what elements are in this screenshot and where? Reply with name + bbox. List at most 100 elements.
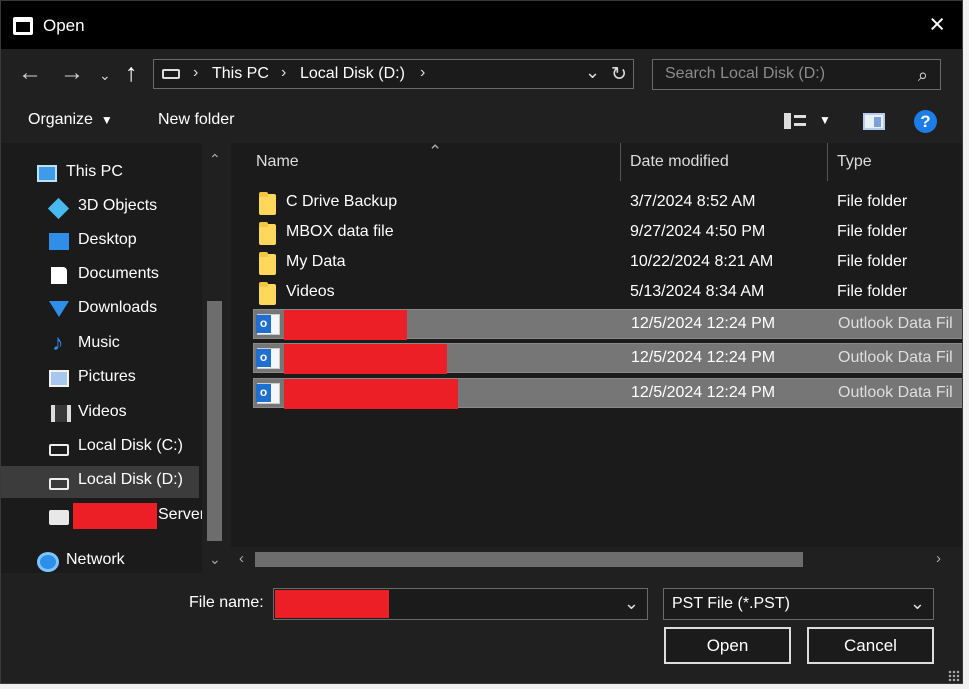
back-icon[interactable]: ←	[18, 61, 42, 85]
cancel-button[interactable]: Cancel	[807, 627, 934, 664]
close-icon[interactable]: ×	[929, 11, 945, 38]
file-date: 5/13/2024 8:34 AM	[630, 283, 765, 300]
sidebar-item-3d-objects[interactable]: 3D Objects	[1, 192, 199, 224]
download-icon	[49, 301, 69, 317]
organize-label: Organize	[28, 111, 93, 128]
drive-mini-icon	[162, 69, 180, 79]
sidebar-item-label: Pictures	[78, 368, 136, 385]
table-row[interactable]: My Data 10/22/2024 8:21 AM File folder	[253, 248, 962, 278]
file-type: File folder	[837, 283, 908, 300]
redacted-server-name	[73, 503, 157, 529]
file-name-history-chevron-icon[interactable]: ⌄	[624, 593, 639, 614]
document-icon	[51, 267, 67, 284]
computer-icon	[37, 165, 57, 182]
sort-ascending-icon: ⌃	[428, 143, 443, 161]
file-name-field[interactable]: ⌄	[273, 588, 648, 620]
column-type-header[interactable]: Type	[837, 153, 872, 171]
sidebar-item-label: Server	[158, 506, 206, 523]
sidebar-item-label: Local Disk (C:)	[78, 437, 183, 454]
recent-locations-chevron-icon[interactable]: ⌄	[99, 63, 111, 87]
file-name-label: File name:	[189, 594, 264, 611]
search-placeholder: Search Local Disk (D:)	[665, 65, 826, 82]
scroll-left-icon[interactable]: ‹	[239, 550, 244, 567]
sidebar-item-label: 3D Objects	[78, 197, 158, 214]
view-options-caret-icon[interactable]: ▼	[819, 113, 831, 127]
sidebar-item-videos[interactable]: Videos	[1, 398, 199, 430]
horizontal-scrollbar[interactable]: ‹ ›	[231, 547, 962, 573]
view-options-icon[interactable]	[784, 113, 806, 129]
refresh-icon[interactable]: ↻	[611, 63, 627, 86]
column-divider[interactable]	[620, 143, 621, 181]
sidebar-item-documents[interactable]: Documents	[1, 260, 199, 292]
column-divider[interactable]	[827, 143, 828, 181]
column-date-header[interactable]: Date modified	[630, 153, 729, 171]
table-row[interactable]: Videos 5/13/2024 8:34 AM File folder	[253, 278, 962, 308]
pictures-icon	[49, 370, 69, 387]
file-date: 12/5/2024 12:24 PM	[631, 349, 776, 366]
table-row[interactable]: 12/5/2024 12:24 PM Outlook Data Fil	[253, 378, 962, 409]
scroll-up-icon[interactable]: ⌃	[209, 151, 221, 168]
resize-grip-icon[interactable]	[948, 670, 960, 682]
title-bar: Open ×	[1, 1, 962, 49]
organize-button[interactable]: Organize ▼	[28, 111, 113, 129]
sidebar-item-downloads[interactable]: Downloads	[1, 294, 199, 326]
desktop-icon	[49, 233, 69, 250]
address-bar[interactable]: › This PC › Local Disk (D:) › ⌄ ↻	[153, 59, 634, 89]
redacted-file-name-value	[275, 590, 389, 618]
file-date: 10/22/2024 8:21 AM	[630, 253, 774, 270]
sidebar-item-local-disk-d[interactable]: Local Disk (D:)	[1, 466, 199, 498]
table-row[interactable]: MBOX data file 9/27/2024 4:50 PM File fold…	[253, 218, 962, 248]
help-icon[interactable]: ?	[914, 110, 937, 133]
table-row[interactable]: C Drive Backup 3/7/2024 8:52 AM File folde…	[253, 188, 962, 218]
file-type-select[interactable]: PST File (*.PST) ⌄	[663, 588, 934, 620]
redacted-file-name	[284, 344, 447, 374]
preview-pane-icon[interactable]	[863, 113, 885, 130]
sidebar-item-this-pc[interactable]: This PC	[1, 158, 199, 190]
redacted-file-name	[284, 379, 458, 409]
redacted-file-name	[284, 310, 407, 340]
drive-icon	[49, 478, 69, 490]
outlook-data-file-icon	[256, 314, 280, 335]
forward-icon[interactable]: →	[60, 61, 84, 85]
breadcrumb-separator-icon: ›	[193, 64, 199, 81]
breadcrumb-separator-icon: ›	[281, 64, 287, 81]
sidebar-item-music[interactable]: ♪ Music	[1, 329, 199, 361]
scroll-right-icon[interactable]: ›	[936, 550, 941, 567]
up-icon[interactable]: ↑	[125, 61, 138, 86]
file-name: Videos	[286, 283, 335, 300]
new-folder-button[interactable]: New folder	[158, 111, 234, 129]
app-icon	[13, 17, 33, 35]
sidebar-item-local-disk-c[interactable]: Local Disk (C:)	[1, 432, 199, 464]
sidebar-item-pictures[interactable]: Pictures	[1, 363, 199, 395]
horizontal-scrollbar-thumb[interactable]	[255, 552, 803, 567]
column-name-header[interactable]: Name	[256, 153, 299, 171]
table-row[interactable]: 12/5/2024 12:24 PM Outlook Data Fil	[253, 309, 962, 340]
scrollbar-thumb[interactable]	[207, 301, 222, 541]
scroll-down-icon[interactable]: ⌄	[209, 551, 221, 568]
address-history-chevron-icon[interactable]: ⌄	[585, 62, 600, 83]
search-box[interactable]: Search Local Disk (D:) ⌕	[652, 59, 941, 90]
dialog-footer: File name: ⌄ PST File (*.PST) ⌄ Open Can…	[1, 573, 962, 683]
network-icon	[37, 552, 59, 572]
file-date: 9/27/2024 4:50 PM	[630, 223, 766, 240]
server-icon	[49, 510, 69, 525]
open-button[interactable]: Open	[664, 627, 791, 664]
search-icon[interactable]: ⌕	[918, 65, 928, 86]
sidebar-item-label: Music	[78, 334, 120, 351]
breadcrumb-this-pc[interactable]: This PC	[212, 65, 269, 83]
sidebar-item-desktop[interactable]: Desktop	[1, 226, 199, 258]
breadcrumb-separator-icon: ›	[420, 64, 426, 81]
file-type-chevron-icon[interactable]: ⌄	[910, 593, 925, 614]
cube-icon	[47, 197, 70, 220]
file-type: Outlook Data Fil	[838, 384, 953, 401]
file-type: File folder	[837, 253, 908, 270]
navigation-pane: This PC 3D Objects Desktop Documents Dow…	[1, 143, 228, 573]
sidebar-item-label: Network	[66, 551, 125, 568]
sidebar-item-label: Local Disk (D:)	[78, 471, 183, 488]
file-type: Outlook Data Fil	[838, 315, 953, 332]
navigation-scrollbar[interactable]: ⌃ ⌄	[202, 143, 228, 573]
navigation-bar: ← → ⌄ ↑ › This PC › Local Disk (D:) › ⌄ …	[1, 49, 962, 100]
table-row[interactable]: 12/5/2024 12:24 PM Outlook Data Fil	[253, 343, 962, 374]
breadcrumb-local-disk-d[interactable]: Local Disk (D:)	[300, 65, 405, 83]
sidebar-item-server[interactable]: Server	[1, 501, 205, 533]
